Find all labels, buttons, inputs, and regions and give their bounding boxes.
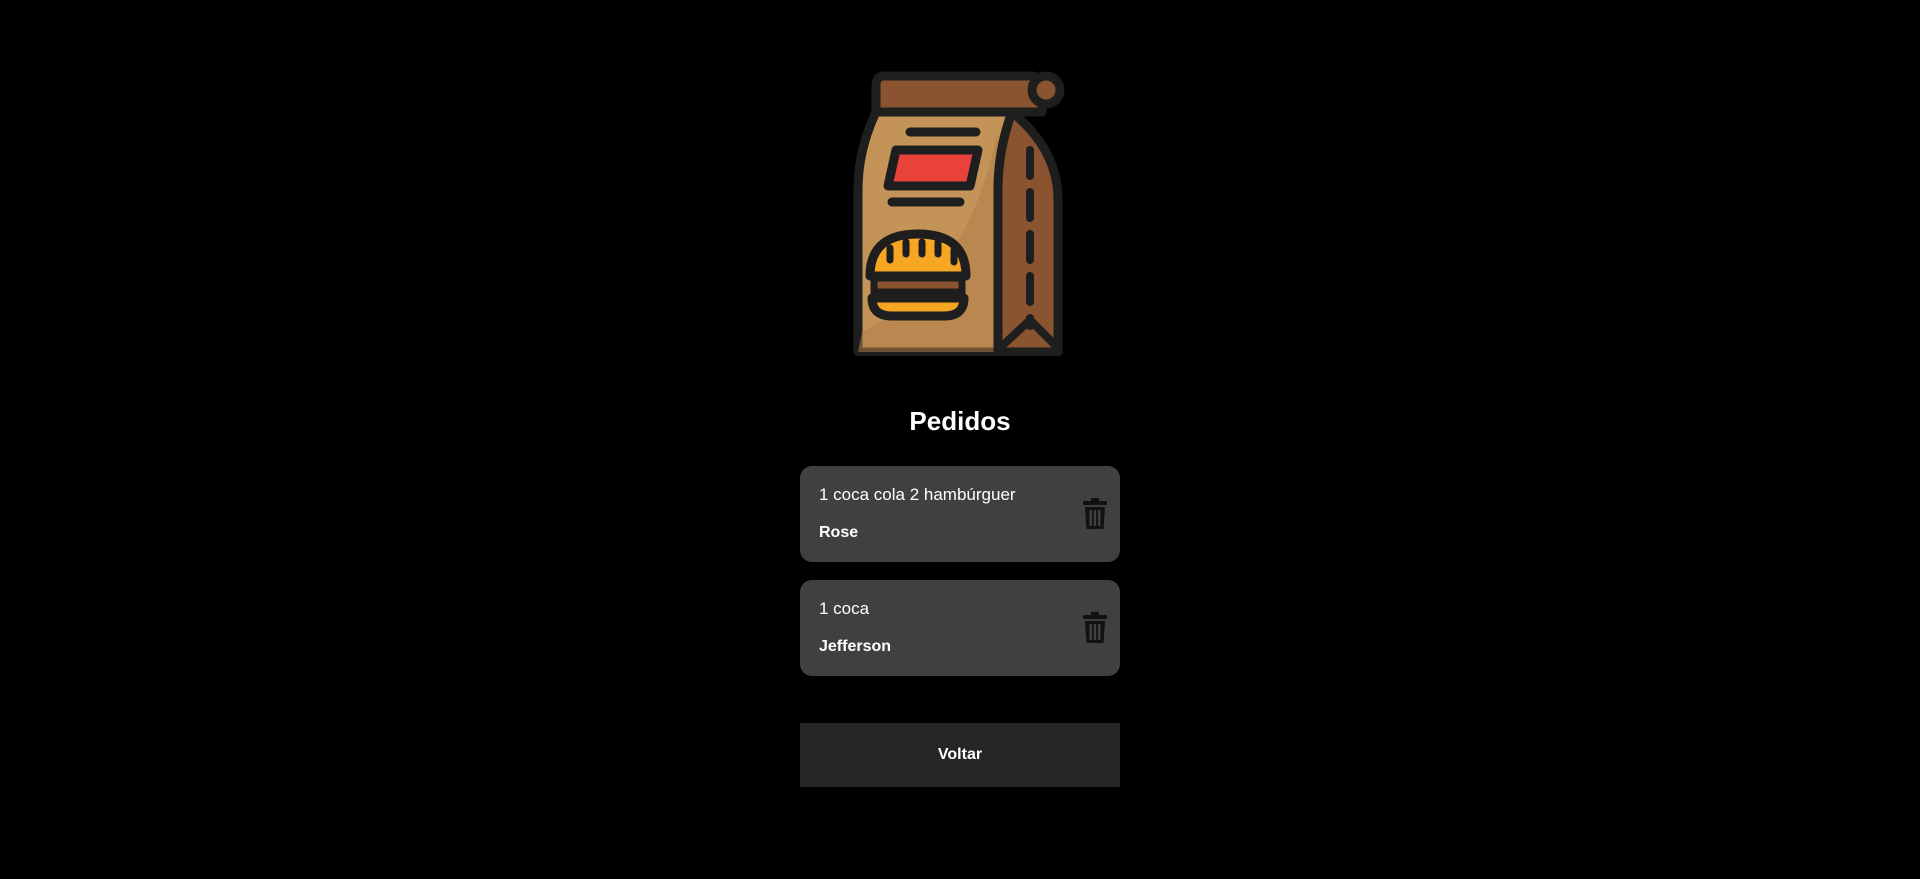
orders-list: 1 coca cola 2 hambúrguer Rose 1 coca Jef… [800, 466, 1120, 694]
order-description: 1 coca [819, 599, 870, 618]
trash-icon[interactable] [1082, 498, 1108, 530]
order-description: 1 coca cola 2 hambúrguer [819, 485, 1016, 504]
food-bag-burger-icon [853, 71, 1065, 356]
trash-icon[interactable] [1082, 612, 1108, 644]
order-client-name: Rose [819, 524, 859, 541]
order-card: 1 coca Jefferson [800, 580, 1120, 676]
back-button[interactable]: Voltar [800, 723, 1120, 787]
page-title: Pedidos [909, 406, 1011, 436]
orders-page: Pedidos 1 coca cola 2 hambúrguer Rose 1 … [0, 0, 1920, 879]
order-client-name: Jefferson [819, 638, 892, 655]
order-card: 1 coca cola 2 hambúrguer Rose [800, 466, 1120, 562]
